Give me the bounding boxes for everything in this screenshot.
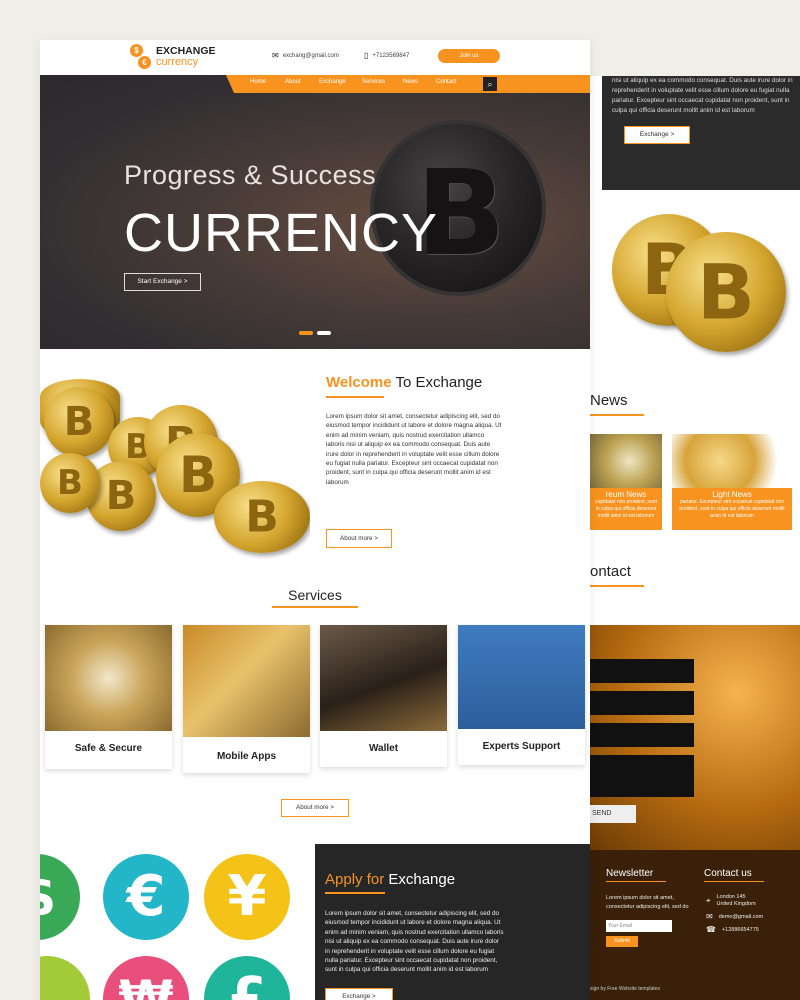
nav-contact[interactable]: Contact xyxy=(436,79,457,85)
service-label: Experts Support xyxy=(482,741,561,752)
nav-news[interactable]: News xyxy=(403,79,418,85)
apply-title: Apply for Exchange xyxy=(325,871,455,888)
service-label: Mobile Apps xyxy=(216,751,277,762)
location-icon: ⌖ xyxy=(706,896,711,905)
back-news-card[interactable]: reum News cupidatat non proident, sunt i… xyxy=(590,434,662,530)
hero-banner: B Progress & Success CURRENCY Start Exch… xyxy=(40,75,590,349)
apply-exchange-button[interactable]: Exchange > xyxy=(325,988,393,1000)
apply-title-highlight: Apply for xyxy=(325,871,385,888)
back-page-preview: nisi ut aliquip ex ea commodo consequat.… xyxy=(590,76,800,1000)
back-about-text: nisi ut aliquip ex ea commodo consequat.… xyxy=(612,77,793,114)
hero-subtitle: Progress & Success xyxy=(124,160,377,190)
welcome-text: Lorem ipsum dolor sit amet, consectetur … xyxy=(326,413,502,486)
welcome-title: Welcome To Exchange xyxy=(326,374,482,391)
gold-coins-image: B B B B B B B xyxy=(40,349,310,561)
welcome-title-rest: To Exchange xyxy=(391,374,483,391)
back-news-card-text: cupidatat non proident, sunt in culpa qu… xyxy=(595,499,657,519)
welcome-title-highlight: Welcome xyxy=(326,374,392,391)
back-news-title: News xyxy=(590,392,644,416)
address-row: ⌖ London 145 United Kingdom xyxy=(706,894,756,908)
main-nav: Home About Exchange Services News Contac… xyxy=(226,75,590,93)
header-phone[interactable]: ▯ +7123569847 xyxy=(364,51,409,60)
back-contact-form: SEND xyxy=(590,625,800,850)
nav-about[interactable]: About xyxy=(285,79,301,85)
email-field[interactable] xyxy=(590,691,694,715)
slider-dot-active[interactable] xyxy=(299,331,313,335)
newsletter-text: Lorem ipsum dolor sit amet, consectetur … xyxy=(606,895,689,910)
name-field[interactable] xyxy=(590,659,694,683)
back-news-card-title: reum News xyxy=(605,490,647,499)
header-phone-text: +7123569847 xyxy=(372,52,410,59)
address-line2: United Kingdom xyxy=(716,901,756,907)
back-news-card-text: pariatur. Excepteur sint occaecat cupida… xyxy=(679,499,785,519)
welcome-section: Welcome To Exchange Lorem ipsum dolor si… xyxy=(326,374,501,548)
front-page-preview: $ € EXCHANGE currency ✉ exchang@gmail.co… xyxy=(40,40,590,1000)
contact-phone: +12886654775 xyxy=(721,926,759,933)
service-card-wallet[interactable]: Wallet xyxy=(320,625,447,767)
back-coins-image: B B xyxy=(600,210,800,360)
address-line1: London 145 xyxy=(716,894,746,900)
nav-services[interactable]: Services xyxy=(362,79,385,85)
back-footer: Newsletter Lorem ipsum dolor sit amet, c… xyxy=(590,850,800,1000)
service-card-mobile-apps[interactable]: Mobile Apps xyxy=(183,625,310,773)
wallet-coins-image xyxy=(320,625,447,731)
phone-field[interactable] xyxy=(590,723,694,747)
send-button[interactable]: SEND xyxy=(590,805,636,823)
phone-icon: ☎ xyxy=(706,925,716,934)
mobile-icon: ▯ xyxy=(364,51,369,60)
contact-email: demo@gmail.com xyxy=(718,913,764,920)
header-email-text: exchang@gmail.com xyxy=(282,52,339,59)
nav-exchange[interactable]: Exchange xyxy=(319,79,346,85)
back-news-card[interactable]: Light News pariatur. Excepteur sint occa… xyxy=(672,434,792,530)
newsletter-submit-button[interactable]: Submit xyxy=(606,936,638,947)
footer-credit: sign by Free Website templates xyxy=(590,986,660,992)
services-title: Services xyxy=(288,587,342,603)
logo[interactable]: $ € EXCHANGE currency xyxy=(130,44,216,70)
mail-icon: ✉ xyxy=(706,912,713,921)
phone-row: ☎ +12886654775 xyxy=(706,925,759,934)
back-about-panel: nisi ut aliquip ex ea commodo consequat.… xyxy=(602,76,800,190)
service-card-experts-support[interactable]: Experts Support xyxy=(458,625,585,765)
start-exchange-button[interactable]: Start Exchange > xyxy=(124,273,201,291)
contactus-title: Contact us xyxy=(704,868,764,882)
service-card-safe-secure[interactable]: Safe & Secure xyxy=(45,625,172,769)
message-field[interactable] xyxy=(590,755,694,797)
mail-icon: ✉ xyxy=(272,51,279,60)
top-bar: $ € EXCHANGE currency ✉ exchang@gmail.co… xyxy=(40,40,590,76)
header-email[interactable]: ✉ exchang@gmail.com xyxy=(272,51,339,60)
service-label: Wallet xyxy=(368,743,399,754)
back-exchange-button[interactable]: Exchange > xyxy=(624,126,690,144)
apply-title-rest: Exchange xyxy=(384,871,456,888)
email-row: ✉ demo@gmail.com xyxy=(706,912,763,921)
back-news-card-title: Light News xyxy=(712,490,752,499)
hero-title: CURRENCY xyxy=(124,203,439,263)
about-more-button[interactable]: About more > xyxy=(326,529,392,548)
apply-section: Apply for Exchange Lorem ipsum dolor sit… xyxy=(315,844,590,1000)
apply-text: Lorem ipsum dolor sit amet, consectetur … xyxy=(325,910,504,974)
gears-coins-image xyxy=(45,625,172,731)
slider-dot[interactable] xyxy=(317,331,331,335)
search-icon[interactable]: ⌕ xyxy=(483,77,497,91)
pocket-wallet-image xyxy=(458,625,585,729)
laptop-bitcoin-image xyxy=(183,625,310,737)
currency-symbols-image: $ € ¥ ₩ £ xyxy=(40,844,315,1000)
nav-home[interactable]: Home xyxy=(250,79,266,85)
services-about-more-button[interactable]: About more > xyxy=(281,799,349,817)
newsletter-title: Newsletter xyxy=(606,868,667,882)
service-label: Safe & Secure xyxy=(74,743,143,754)
logo-subtitle: currency xyxy=(156,56,199,68)
newsletter-email-input[interactable]: Your Email xyxy=(606,920,672,932)
back-contact-title: ontact xyxy=(590,563,644,587)
join-us-button[interactable]: Join us xyxy=(438,49,500,63)
logo-coins-icon: $ € xyxy=(130,44,152,70)
